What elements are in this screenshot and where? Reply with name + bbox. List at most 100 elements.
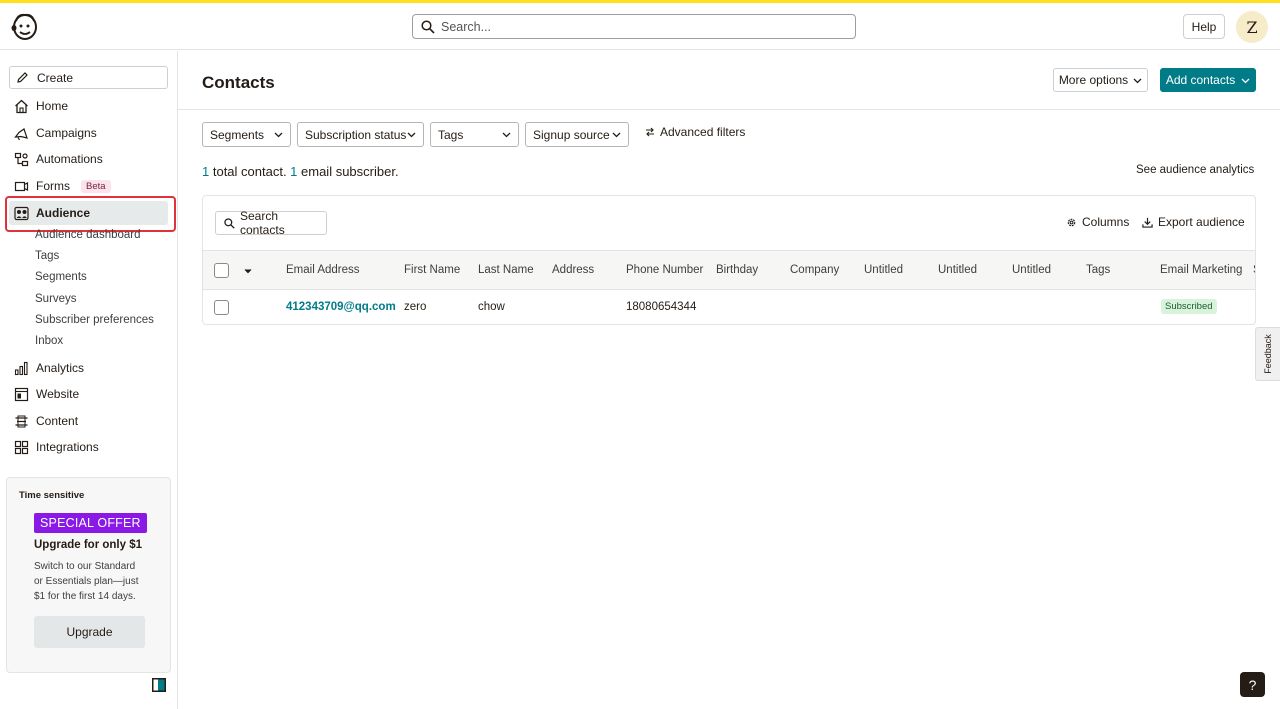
feedback-label: Feedback [1263, 334, 1273, 374]
add-contacts-button[interactable]: Add contacts [1160, 68, 1256, 92]
sidebar-item-label: Audience [36, 206, 91, 220]
total-contact-text: total contact. [209, 164, 291, 179]
grid-icon [14, 440, 29, 454]
form-icon [14, 181, 29, 191]
subscription-status-filter[interactable]: Subscription status [297, 122, 424, 147]
subscription-status-filter-label: Subscription status [305, 127, 407, 142]
sidebar-item-label: Home [36, 99, 69, 113]
sidebar-item-integrations[interactable]: Integrations [9, 435, 168, 459]
column-header-birthday[interactable]: Birthday [716, 264, 758, 276]
sidebar-subitem-surveys[interactable]: Surveys [35, 293, 77, 305]
help-float-button[interactable]: ? [1240, 672, 1265, 697]
sidebar-item-analytics[interactable]: Analytics [9, 356, 168, 380]
column-header-phone-number[interactable]: Phone Number [626, 264, 703, 276]
columns-label: Columns [1082, 215, 1130, 229]
feedback-tab[interactable]: Feedback [1255, 327, 1280, 381]
email-subscriber-text: email subscriber. [297, 164, 399, 179]
export-audience-label: Export audience [1158, 215, 1245, 229]
search-contacts-button[interactable]: Search contacts [215, 209, 327, 237]
global-search-input[interactable]: Search... [412, 14, 856, 39]
chevron-down-icon [502, 132, 511, 138]
column-header-untitled-2[interactable]: Untitled [938, 264, 977, 276]
sidebar-item-content[interactable]: Content [9, 409, 168, 433]
upgrade-button[interactable]: Upgrade [34, 616, 145, 648]
time-sensitive-label: Time sensitive [19, 490, 85, 501]
sidebar-item-home[interactable]: Home [9, 94, 168, 118]
contact-first-name: zero [404, 301, 427, 313]
sidebar-subitem-tags[interactable]: Tags [35, 250, 59, 262]
upgrade-promo-card: Time sensitive SPECIAL OFFER Upgrade for… [6, 477, 171, 673]
more-options-button[interactable]: More options [1053, 68, 1148, 92]
contact-summary: 1 total contact. 1 email subscriber. [202, 164, 399, 179]
contact-email-link[interactable]: 412343709@qq.com [286, 301, 396, 313]
sidebar-item-label: Website [36, 387, 80, 401]
column-header-email-address[interactable]: Email Address [286, 264, 360, 276]
top-bar: Search... Help Z [0, 3, 1280, 50]
chevron-down-icon [274, 132, 283, 138]
sidebar-item-website[interactable]: Website [9, 382, 168, 406]
bar-chart-icon [14, 361, 28, 375]
column-header-untitled-1[interactable]: Untitled [864, 264, 903, 276]
avatar[interactable]: Z [1236, 11, 1268, 43]
column-header-address[interactable]: Address [552, 264, 594, 276]
sidebar-item-audience[interactable]: Audience [9, 201, 168, 225]
chevron-down-icon [1241, 78, 1250, 83]
tags-filter-label: Tags [438, 127, 464, 142]
beta-badge: Beta [81, 179, 111, 193]
chevron-down-icon [612, 132, 621, 138]
segments-filter[interactable]: Segments [202, 122, 291, 147]
sidebar-subitem-inbox[interactable]: Inbox [35, 335, 63, 347]
collapse-sidebar-icon[interactable] [152, 678, 166, 692]
sidebar-subitem-audience-dashboard[interactable]: Audience dashboard [35, 229, 141, 241]
sidebar-item-automations[interactable]: Automations [9, 147, 168, 171]
sidebar-item-label: Campaigns [36, 126, 97, 140]
megaphone-icon [14, 127, 28, 140]
sidebar: Create Home Campaigns Automations Forms … [0, 51, 178, 709]
columns-button[interactable]: Columns [1066, 215, 1129, 229]
automation-icon [14, 152, 29, 166]
sidebar-subitem-subscriber-preferences[interactable]: Subscriber preferences [35, 314, 154, 326]
column-header-first-name[interactable]: First Name [404, 264, 460, 276]
row-checkbox[interactable] [214, 300, 229, 315]
page-title: Contacts [202, 73, 275, 92]
more-options-label: More options [1058, 73, 1129, 87]
column-header-untitled-3[interactable]: Untitled [1012, 264, 1051, 276]
page-header: Contacts More options Add contacts [178, 51, 1280, 110]
column-header-truncated[interactable]: S [1253, 264, 1255, 276]
chevron-down-icon [407, 132, 416, 138]
promo-headline: Upgrade for only $1 [34, 539, 142, 551]
column-header-tags[interactable]: Tags [1086, 264, 1110, 276]
sidebar-item-label: Analytics [36, 361, 85, 375]
select-all-checkbox[interactable] [214, 263, 229, 278]
advanced-filters-label: Advanced filters [660, 125, 746, 139]
promo-description: Switch to our Standard or Essentials pla… [34, 561, 139, 602]
tags-filter[interactable]: Tags [430, 122, 519, 147]
column-header-last-name[interactable]: Last Name [478, 264, 534, 276]
table-header: Email Address First Name Last Name Addre… [203, 250, 1255, 290]
add-contacts-label: Add contacts [1165, 73, 1236, 87]
column-header-company[interactable]: Company [790, 264, 839, 276]
table-row[interactable]: 412343709@qq.com zero chow 18080654344 S… [203, 290, 1255, 324]
sidebar-item-campaigns[interactable]: Campaigns [9, 121, 168, 145]
sidebar-subitem-segments[interactable]: Segments [35, 271, 87, 283]
mailchimp-logo-icon[interactable] [10, 11, 40, 41]
signup-source-filter[interactable]: Signup source [525, 122, 629, 147]
chevron-down-icon [1133, 78, 1142, 83]
download-icon [1142, 217, 1153, 228]
contact-last-name: chow [478, 301, 505, 313]
contact-phone: 18080654344 [626, 301, 697, 313]
create-button[interactable]: Create [9, 66, 168, 89]
column-header-email-marketing[interactable]: Email Marketing [1160, 264, 1242, 276]
export-audience-button[interactable]: Export audience [1142, 215, 1245, 229]
contacts-table-card: Search contacts Columns Export audience … [202, 195, 1256, 325]
segments-filter-label: Segments [210, 127, 265, 142]
content-icon [15, 415, 28, 427]
create-label: Create [37, 70, 74, 85]
see-audience-analytics-link[interactable]: See audience analytics [1136, 164, 1254, 176]
chevron-down-icon[interactable] [244, 267, 252, 275]
sidebar-item-label: Automations [36, 152, 103, 166]
advanced-filters-button[interactable]: Advanced filters [645, 125, 745, 139]
audience-icon [14, 206, 29, 220]
sidebar-item-forms[interactable]: Forms Beta [9, 174, 168, 198]
help-button[interactable]: Help [1183, 14, 1225, 39]
